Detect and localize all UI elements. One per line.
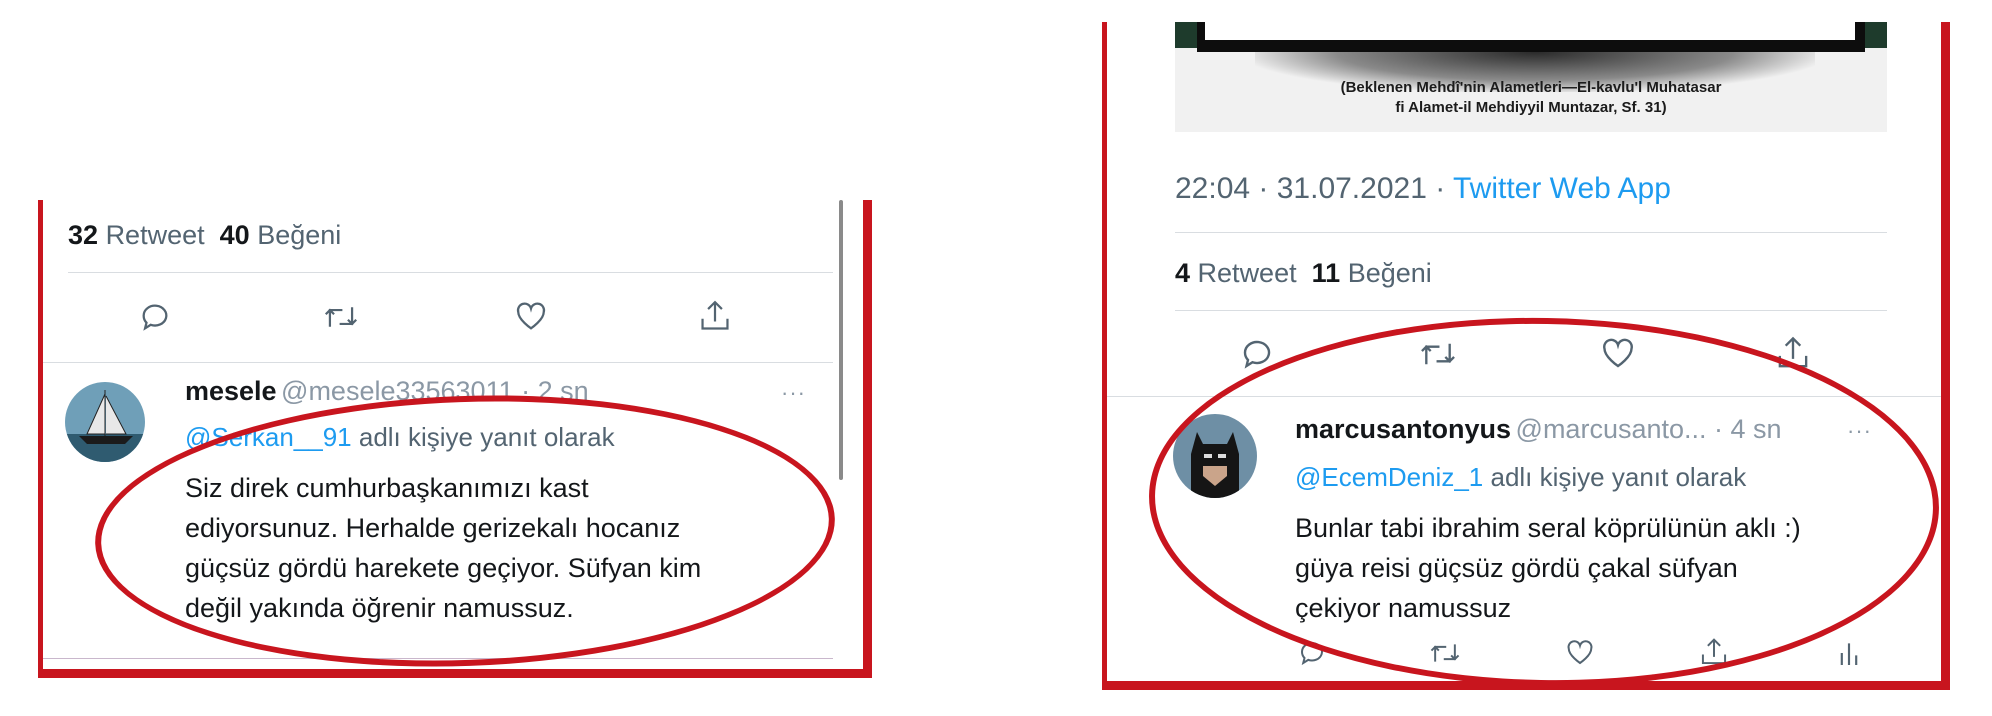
user-name[interactable]: mesele xyxy=(185,376,277,406)
reply-icon xyxy=(142,304,168,331)
reply-button[interactable] xyxy=(1297,638,1327,668)
mention-link[interactable]: @EcemDeniz_1 xyxy=(1295,462,1483,492)
more-icon[interactable]: ··· xyxy=(1847,418,1872,444)
reply-to: @Serkan__91 adlı kişiye yanıt olarak xyxy=(185,422,615,453)
tweet-stats: 32 Retweet 40 Beğeni xyxy=(68,220,341,251)
right-tweet-panel: (Beklenen Mehdî'nin Alametleri—El-kavlu'… xyxy=(1102,22,1950,690)
left-tweet-panel: 32 Retweet 40 Beğeni mesele @mesele33563… xyxy=(38,200,872,678)
timestamp[interactable]: 22:04 · 31.07.2021 · xyxy=(1175,172,1453,205)
divider xyxy=(43,362,833,363)
retweet-count: 4 xyxy=(1175,258,1191,288)
tweet-line: Siz direk cumhurbaşkanımızı kast xyxy=(185,473,589,503)
like-label[interactable]: Beğeni xyxy=(257,220,341,250)
share-button[interactable] xyxy=(698,298,732,334)
reply-icon xyxy=(1243,340,1271,369)
divider xyxy=(68,272,833,273)
divider xyxy=(1175,310,1887,311)
tweet-line: ediyorsunuz. Herhalde gerizekalı hocanız xyxy=(185,513,681,543)
tweet-line: çekiyor namussuz xyxy=(1295,593,1512,623)
tweet-text: Bunlar tabi ibrahim seral köprülünün akl… xyxy=(1295,508,1801,628)
retweet-label[interactable]: Retweet xyxy=(106,220,205,250)
image-caption: (Beklenen Mehdî'nin Alametleri—El-kavlu'… xyxy=(1175,78,1887,118)
like-button[interactable] xyxy=(513,300,549,334)
caption-line: (Beklenen Mehdî'nin Alametleri—El-kavlu'… xyxy=(1340,79,1722,96)
divider xyxy=(1107,396,1941,397)
more-icon[interactable]: ··· xyxy=(781,380,806,406)
like-icon xyxy=(516,302,546,330)
avatar[interactable] xyxy=(1173,414,1257,498)
share-button[interactable] xyxy=(1775,334,1811,372)
reply-header: mesele @mesele33563011 · 2 sn xyxy=(185,376,589,407)
tweet-text: Siz direk cumhurbaşkanımızı kast ediyors… xyxy=(185,468,701,628)
mention-link[interactable]: @Serkan__91 xyxy=(185,422,352,452)
reply-button[interactable] xyxy=(138,300,172,334)
like-count: 11 xyxy=(1311,258,1341,288)
analytics-button[interactable] xyxy=(1837,638,1861,668)
user-name[interactable]: marcusantonyus xyxy=(1295,414,1511,444)
tweet-line: güya reisi güçsüz gördü çakal süfyan xyxy=(1295,553,1738,583)
retweet-icon xyxy=(1430,644,1460,662)
tweet-line: Bunlar tabi ibrahim seral köprülünün akl… xyxy=(1295,513,1801,543)
retweet-icon xyxy=(324,307,358,327)
reply-to-label: adlı kişiye yanıt olarak xyxy=(358,422,615,452)
like-button[interactable] xyxy=(1599,336,1637,372)
tweet-stats: 4 Retweet 11 Beğeni xyxy=(1175,258,1432,289)
divider xyxy=(1175,232,1887,233)
divider xyxy=(43,658,833,659)
tweet-timestamp: 22:04 · 31.07.2021 · Twitter Web App xyxy=(1175,172,1671,206)
like-icon xyxy=(1603,338,1633,368)
share-button[interactable] xyxy=(1699,636,1729,668)
tweet-line: değil yakında öğrenir namussuz. xyxy=(185,593,574,623)
analytics-icon xyxy=(1840,643,1858,665)
like-button[interactable] xyxy=(1565,638,1595,668)
like-count: 40 xyxy=(219,220,250,250)
reply-icon xyxy=(1301,642,1323,666)
share-icon xyxy=(1778,336,1808,368)
like-icon xyxy=(1567,640,1593,665)
reply-button[interactable] xyxy=(1239,336,1275,372)
reply-header: marcusantonyus @marcusanto... · 4 sn xyxy=(1295,414,1782,445)
sailboat-avatar xyxy=(65,382,145,462)
avatar[interactable] xyxy=(65,382,145,462)
like-label[interactable]: Beğeni xyxy=(1348,258,1432,288)
batman-avatar xyxy=(1173,414,1257,498)
retweet-label[interactable]: Retweet xyxy=(1198,258,1297,288)
reply-to: @EcemDeniz_1 adlı kişiye yanıt olarak xyxy=(1295,462,1746,493)
retweet-count: 32 xyxy=(68,220,99,250)
scrollbar[interactable] xyxy=(839,200,843,480)
retweet-button[interactable] xyxy=(1429,638,1461,668)
tweet-image[interactable]: (Beklenen Mehdî'nin Alametleri—El-kavlu'… xyxy=(1175,22,1887,132)
caption-line: fi Alamet-il Mehdiyyil Muntazar, Sf. 31) xyxy=(1395,99,1667,116)
retweet-icon xyxy=(1421,343,1455,365)
retweet-button[interactable] xyxy=(1419,336,1457,372)
retweet-button[interactable] xyxy=(323,300,359,334)
reply-to-label: adlı kişiye yanıt olarak xyxy=(1490,462,1747,492)
tweet-line: güçsüz gördü harekete geçiyor. Süfyan ki… xyxy=(185,553,702,583)
user-handle-time[interactable]: @marcusanto... · 4 sn xyxy=(1516,414,1782,444)
source-link[interactable]: Twitter Web App xyxy=(1453,172,1671,205)
share-icon xyxy=(701,300,729,330)
user-handle-time[interactable]: @mesele33563011 · 2 sn xyxy=(281,376,589,406)
share-icon xyxy=(1701,638,1727,665)
